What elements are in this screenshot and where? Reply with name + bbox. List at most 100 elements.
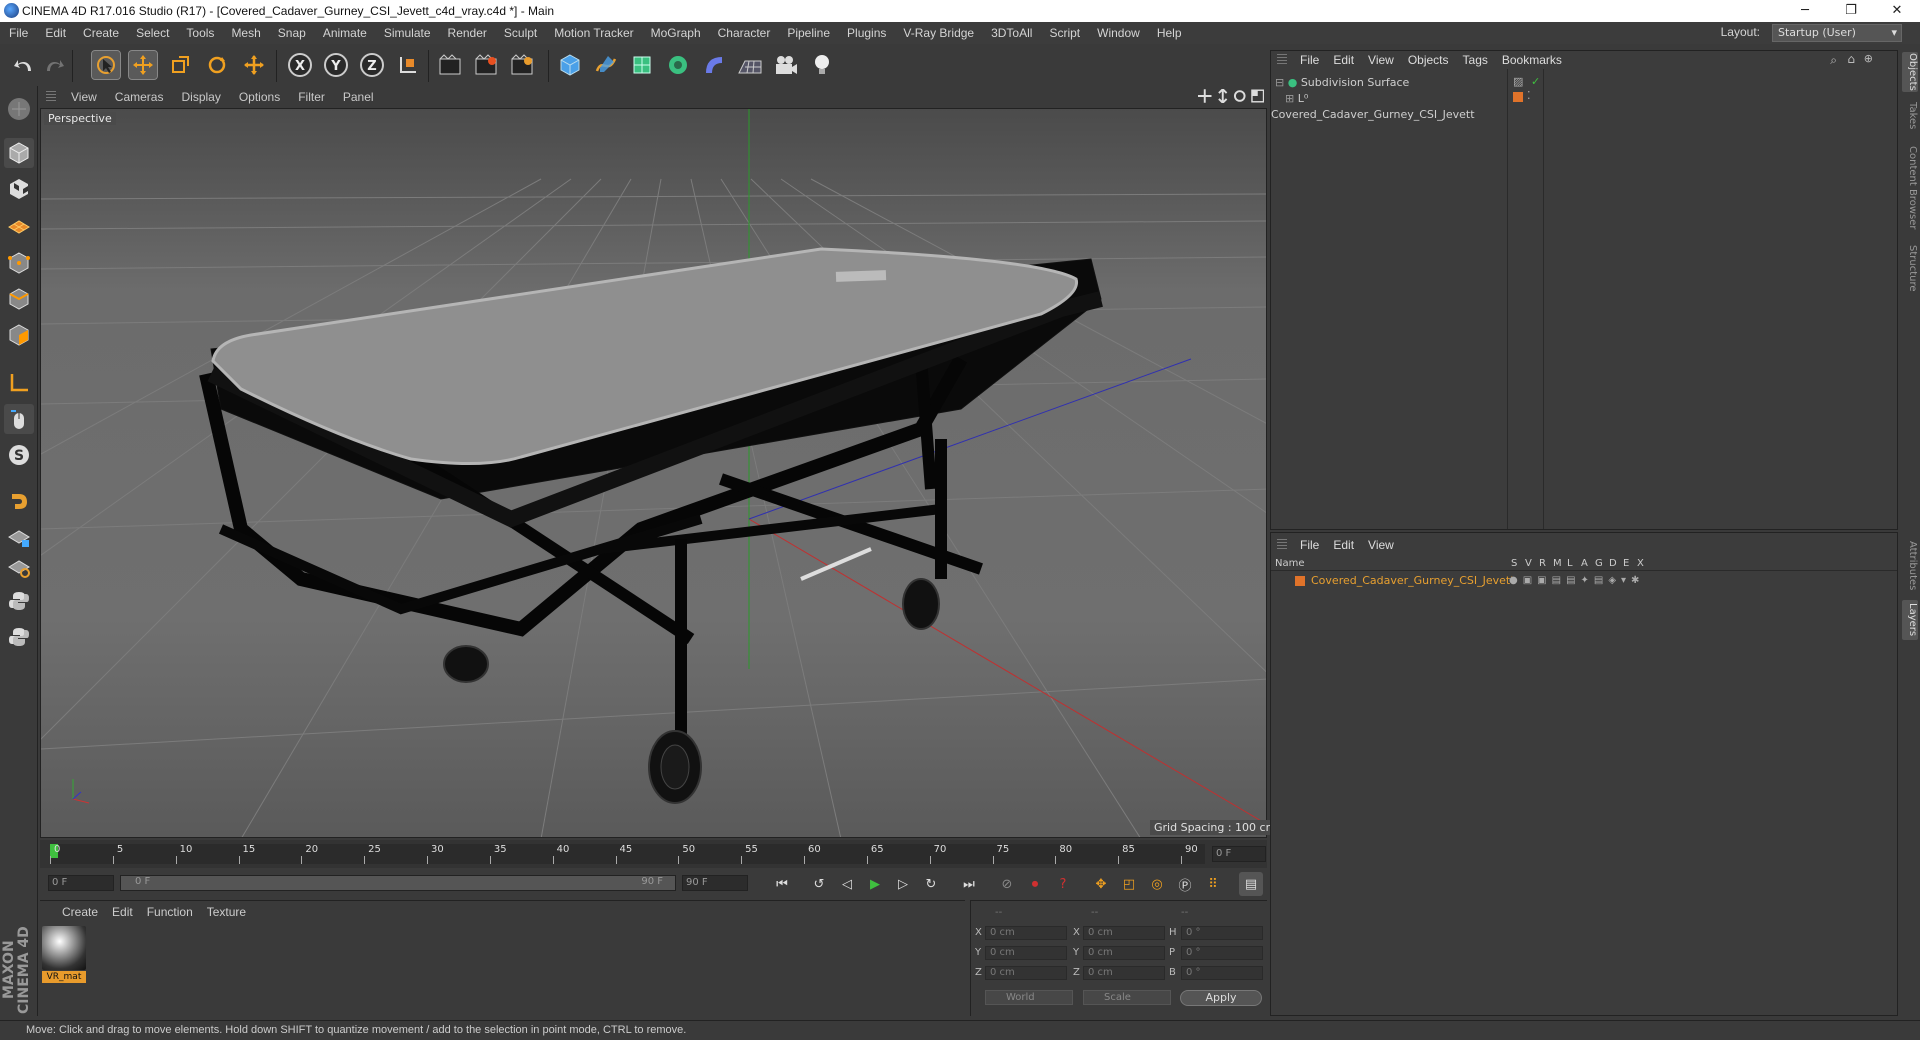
cloner-icon[interactable] bbox=[664, 51, 692, 79]
column-l[interactable]: L bbox=[1567, 558, 1573, 569]
previous-frame-icon[interactable]: ◁ bbox=[835, 872, 859, 896]
edges-mode-icon[interactable] bbox=[4, 284, 34, 314]
menu-motion-tracker[interactable]: Motion Tracker bbox=[545, 26, 641, 40]
size-y-field[interactable]: 0 cm bbox=[1083, 946, 1165, 960]
render-settings-icon[interactable] bbox=[508, 51, 536, 79]
layer-color-swatch[interactable] bbox=[1295, 576, 1305, 586]
rotation-b-field[interactable]: 0 ° bbox=[1181, 966, 1263, 980]
key-scale-icon[interactable]: ◰ bbox=[1117, 872, 1141, 896]
menu-character[interactable]: Character bbox=[709, 26, 779, 40]
tweak-mode-icon[interactable] bbox=[4, 404, 34, 434]
rotate-tool-icon[interactable] bbox=[203, 51, 231, 79]
key-position-icon[interactable]: ✥ bbox=[1089, 872, 1113, 896]
side-tab-objects[interactable]: Objects bbox=[1902, 52, 1918, 92]
material-menu-create[interactable]: Create bbox=[62, 905, 98, 919]
menu-animate[interactable]: Animate bbox=[314, 26, 375, 40]
side-tab-attributes[interactable]: Attributes bbox=[1902, 536, 1918, 596]
home-icon[interactable]: ⌂ bbox=[1847, 52, 1855, 66]
object-menu-bookmarks[interactable]: Bookmarks bbox=[1495, 53, 1569, 67]
visibility-toggle-icon[interactable]: ▨ bbox=[1513, 75, 1523, 88]
menu-vray-bridge[interactable]: V-Ray Bridge bbox=[894, 26, 982, 40]
coord-scale-select[interactable]: Scale bbox=[1083, 990, 1171, 1005]
menu-help[interactable]: Help bbox=[1148, 26, 1190, 40]
model-mode-icon[interactable] bbox=[4, 138, 34, 168]
next-key-icon[interactable]: ↻ bbox=[919, 872, 943, 896]
planar-workplane-icon[interactable] bbox=[4, 552, 34, 582]
panel-grip-icon[interactable] bbox=[1277, 54, 1287, 66]
material-menu-function[interactable]: Function bbox=[147, 905, 193, 919]
locked-workplane-icon[interactable] bbox=[4, 522, 34, 552]
minimize-button[interactable]: ─ bbox=[1782, 0, 1828, 22]
object-menu-file[interactable]: File bbox=[1293, 53, 1326, 67]
camera-icon[interactable] bbox=[772, 51, 800, 79]
visibility-dots-icon[interactable]: ⁚ bbox=[1527, 89, 1531, 102]
layer-menu-edit[interactable]: Edit bbox=[1326, 538, 1361, 552]
go-to-end-icon[interactable]: ⏭ bbox=[957, 872, 981, 896]
side-tab-structure[interactable]: Structure bbox=[1902, 242, 1918, 294]
floor-icon[interactable] bbox=[736, 51, 764, 79]
position-z-field[interactable]: 0 cm bbox=[985, 966, 1067, 980]
tree-row-gurney[interactable]: ⊞ L⁰ Covered_Cadaver_Gurney_CSI_Jevett bbox=[1271, 91, 1507, 121]
menu-select[interactable]: Select bbox=[127, 26, 177, 40]
menu-simulate[interactable]: Simulate bbox=[375, 26, 439, 40]
search-icon[interactable]: ⌕ bbox=[1830, 53, 1837, 68]
current-frame-field[interactable]: 0 F bbox=[1212, 846, 1266, 862]
x-axis-lock-button[interactable]: X bbox=[286, 51, 314, 79]
play-forward-icon[interactable]: ▶ bbox=[863, 872, 887, 896]
menu-3dtoall[interactable]: 3DToAll bbox=[982, 26, 1040, 40]
solo-mode-icon[interactable]: S bbox=[4, 440, 34, 470]
close-button[interactable]: ✕ bbox=[1874, 0, 1920, 22]
z-axis-lock-button[interactable]: Z bbox=[358, 51, 386, 79]
menu-pipeline[interactable]: Pipeline bbox=[778, 26, 838, 40]
layer-menu-file[interactable]: File bbox=[1293, 538, 1326, 552]
side-tab-layers[interactable]: Layers bbox=[1902, 600, 1918, 640]
column-a[interactable]: A bbox=[1581, 558, 1588, 569]
timeline-ruler[interactable]: 0 5 10 15 20 25 30 35 40 45 50 55 60 65 70 75 80 85 90 0 F bbox=[40, 840, 1267, 868]
column-x[interactable]: X bbox=[1637, 558, 1644, 569]
light-icon[interactable] bbox=[808, 51, 836, 79]
rotation-h-field[interactable]: 0 ° bbox=[1181, 926, 1263, 940]
key-rotation-icon[interactable]: ◎ bbox=[1145, 872, 1169, 896]
layout-select[interactable]: Startup (User) bbox=[1772, 24, 1902, 42]
expand-icon[interactable]: ⊞ bbox=[1285, 92, 1294, 105]
menu-file[interactable]: File bbox=[0, 26, 36, 40]
enabled-check-icon[interactable]: ✓ bbox=[1531, 75, 1540, 88]
move-tool-icon[interactable] bbox=[128, 50, 158, 80]
coordinate-system-icon[interactable] bbox=[394, 51, 422, 79]
pen-spline-icon[interactable] bbox=[592, 51, 620, 79]
menu-plugins[interactable]: Plugins bbox=[838, 26, 894, 40]
recent-tool-icon[interactable] bbox=[240, 51, 268, 79]
material-menu-edit[interactable]: Edit bbox=[112, 905, 133, 919]
redo-icon[interactable] bbox=[40, 51, 68, 79]
scale-tool-icon[interactable] bbox=[166, 51, 194, 79]
perspective-viewport[interactable] bbox=[40, 108, 1267, 838]
layer-color-swatch[interactable] bbox=[1513, 92, 1523, 102]
next-frame-icon[interactable]: ▷ bbox=[891, 872, 915, 896]
panel-grip-icon[interactable] bbox=[46, 91, 56, 103]
select-arrow-icon[interactable] bbox=[91, 50, 121, 80]
deformer-icon[interactable] bbox=[700, 51, 728, 79]
side-tab-takes[interactable]: Takes bbox=[1902, 98, 1918, 134]
menu-script[interactable]: Script bbox=[1040, 26, 1088, 40]
viewport-menu-view[interactable]: View bbox=[62, 90, 106, 104]
cube-object-icon[interactable] bbox=[556, 51, 584, 79]
texture-mode-icon[interactable] bbox=[4, 174, 34, 204]
dolly-view-icon[interactable] bbox=[1216, 89, 1230, 103]
autokey-icon[interactable]: ? bbox=[1051, 872, 1075, 896]
viewport-menu-cameras[interactable]: Cameras bbox=[106, 90, 173, 104]
column-r[interactable]: R bbox=[1539, 558, 1546, 569]
apply-button[interactable]: Apply bbox=[1180, 990, 1262, 1006]
render-view-icon[interactable] bbox=[436, 51, 464, 79]
side-tab-content-browser[interactable]: Content Browser bbox=[1902, 140, 1918, 236]
material-preview-sphere[interactable] bbox=[42, 926, 86, 970]
position-x-field[interactable]: 0 cm bbox=[985, 926, 1067, 940]
undo-icon[interactable] bbox=[10, 51, 38, 79]
object-name[interactable]: Subdivision Surface bbox=[1301, 76, 1409, 89]
restore-button[interactable]: ❐ bbox=[1828, 0, 1874, 22]
material-name-label[interactable]: VR_mat bbox=[42, 971, 86, 983]
column-v[interactable]: V bbox=[1525, 558, 1532, 569]
axis-mode-icon[interactable] bbox=[4, 368, 34, 398]
start-frame-field[interactable]: 0 F bbox=[48, 875, 114, 891]
render-picture-viewer-icon[interactable] bbox=[472, 51, 500, 79]
record-active-icon[interactable]: ⏺ bbox=[1023, 872, 1047, 896]
